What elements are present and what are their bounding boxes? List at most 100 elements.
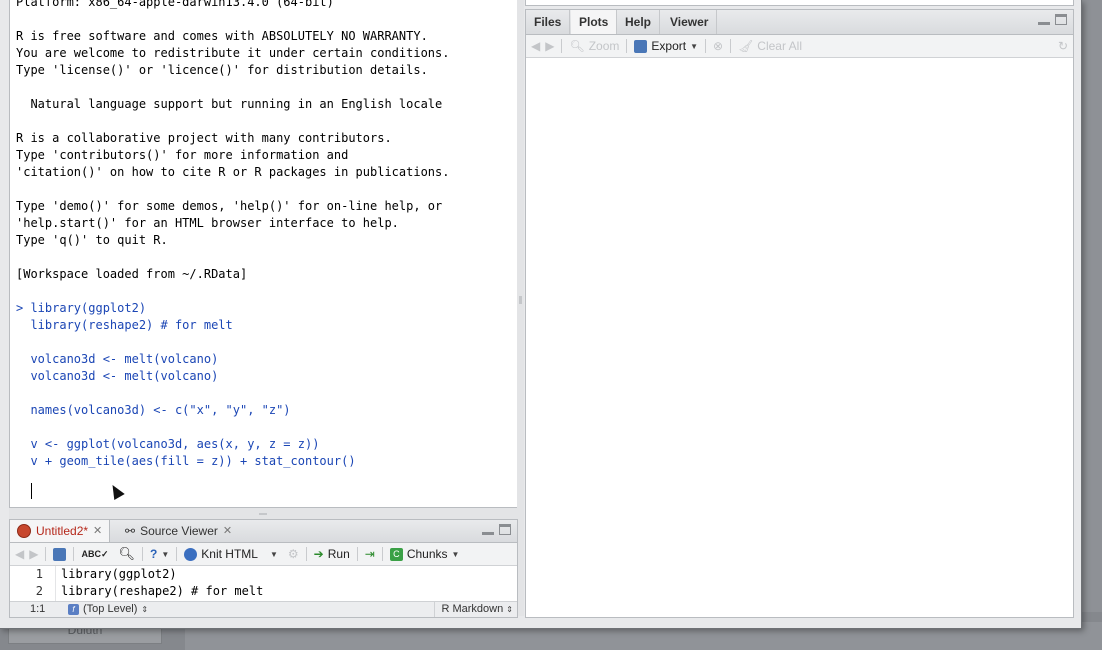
zoom-icon: 🔍︎ — [569, 39, 585, 53]
console-output: Platform: x86_64-apple-darwin13.4.0 (64-… — [16, 0, 449, 470]
editor-statusbar: 1:1 f (Top Level) ⇕ R Markdown ⇕ — [10, 601, 517, 617]
console-line: R is free software and comes with ABSOLU… — [16, 29, 428, 43]
knit-icon — [184, 547, 198, 561]
close-icon[interactable]: ✕ — [93, 520, 102, 542]
console-pane[interactable]: Platform: x86_64-apple-darwin13.4.0 (64-… — [9, 0, 518, 508]
code-text: library(ggplot2) — [61, 567, 177, 581]
vertical-splitter[interactable] — [517, 0, 524, 616]
horizontal-splitter[interactable] — [9, 508, 517, 519]
rmarkdown-file-icon — [17, 524, 31, 538]
console-line: [Workspace loaded from ~/.RData] — [16, 267, 248, 281]
tab-source-viewer[interactable]: ⚯ Source Viewer ✕ — [118, 520, 239, 542]
editor-line: 2 library(reshape2) # for melt — [10, 583, 517, 600]
console-line: volcano3d <- melt(volcano) — [16, 352, 219, 366]
file-type-label: R Markdown — [441, 603, 504, 615]
glasses-icon: ⚯ — [125, 524, 136, 538]
gear-icon[interactable]: ⚙ — [283, 544, 304, 564]
run-button[interactable]: ➔ Run — [309, 544, 355, 564]
console-cursor — [31, 483, 32, 499]
editor-line: 1 library(ggplot2) — [10, 566, 517, 583]
refresh-icon[interactable]: ↻ — [1053, 36, 1073, 56]
forward-icon[interactable]: ▶ — [545, 36, 559, 56]
run-icon: ➔ — [313, 547, 324, 561]
source-tabbar: Untitled2* ✕ ⚯ Source Viewer ✕ — [10, 520, 517, 543]
chunks-button[interactable]: C Chunks ▼ — [385, 544, 465, 564]
tab-untitled2[interactable]: Untitled2* ✕ — [10, 520, 111, 542]
tab-label: Source Viewer — [140, 524, 218, 538]
scope-selector[interactable]: f (Top Level) ⇕ — [68, 602, 148, 617]
console-line: library(reshape2) # for melt — [16, 318, 233, 332]
console-line: 'help.start()' for an HTML browser inter… — [16, 216, 399, 230]
forward-icon[interactable]: ▶ — [29, 544, 43, 564]
zoom-button[interactable]: 🔍︎ Zoom — [564, 36, 624, 56]
back-icon[interactable]: ◀ — [10, 544, 29, 564]
console-line: v + geom_tile(aes(fill = z)) + stat_cont… — [16, 454, 356, 468]
tab-help[interactable]: Help — [617, 10, 661, 34]
maximize-icon[interactable] — [1055, 14, 1067, 25]
tab-viewer[interactable]: Viewer — [662, 10, 718, 34]
spellcheck-icon[interactable]: ABC✓ — [76, 544, 113, 564]
cursor-position: 1:1 — [30, 603, 46, 615]
plots-pane: Files Plots Help Viewer ◀ ▶ 🔍︎ Zoom Expo… — [525, 9, 1074, 618]
knit-label: Knit HTML — [201, 547, 258, 561]
console-line: > library(ggplot2) — [16, 301, 147, 315]
clear-all-button[interactable]: 🧹︎ Clear All — [733, 36, 807, 56]
plots-toolbar: ◀ ▶ 🔍︎ Zoom Export ▼ ⊗ 🧹︎ Clear All ↻ — [526, 35, 1073, 58]
minimize-icon[interactable] — [482, 524, 494, 535]
console-line: Type 'q()' to quit R. — [16, 233, 168, 247]
export-icon — [634, 39, 648, 53]
find-icon[interactable]: 🔍︎ — [114, 544, 141, 564]
line-number: 2 — [10, 583, 55, 600]
source-toolbar: ◀ ▶ ABC✓ 🔍︎ ? ▼ Knit HTML ▼ ⚙ ➔ Run ⇥ C … — [10, 543, 517, 566]
console-line: v <- ggplot(volcano3d, aes(x, y, z = z)) — [16, 437, 320, 451]
save-icon[interactable] — [48, 544, 71, 564]
code-text: library(reshape2) # for melt — [61, 584, 264, 598]
tab-label: Untitled2* — [36, 524, 89, 538]
console-line: 'citation()' on how to cite R or R packa… — [16, 165, 450, 179]
maximize-icon[interactable] — [499, 524, 511, 535]
plot-area — [526, 58, 1073, 617]
chunks-label: Chunks — [406, 547, 448, 561]
export-button[interactable]: Export ▼ — [629, 36, 703, 56]
pane-window-buttons — [1038, 14, 1067, 25]
tab-plots[interactable]: Plots — [571, 10, 618, 34]
tab-files[interactable]: Files — [526, 10, 571, 34]
zoom-label: Zoom — [588, 39, 620, 53]
line-number: 1 — [10, 566, 55, 583]
pane-window-buttons — [482, 524, 511, 535]
console-line: You are welcome to redistribute it under… — [16, 46, 450, 60]
console-line: Type 'license()' or 'licence()' for dist… — [16, 63, 428, 77]
code-editor[interactable]: 1 library(ggplot2) 2 library(reshape2) #… — [10, 566, 517, 602]
chunk-icon: C — [389, 547, 403, 561]
scope-label: (Top Level) — [83, 603, 138, 615]
console-line: R is a collaborative project with many c… — [16, 131, 392, 145]
remove-plot-icon[interactable]: ⊗ — [708, 36, 728, 56]
console-line: Type 'demo()' for some demos, 'help()' f… — [16, 199, 443, 213]
export-label: Export — [651, 39, 687, 53]
environment-pane-stub — [525, 0, 1074, 6]
file-type-selector[interactable]: R Markdown ⇕ — [434, 602, 513, 617]
console-line: volcano3d <- melt(volcano) — [16, 369, 219, 383]
broom-icon: 🧹︎ — [738, 39, 754, 53]
source-pane: Untitled2* ✕ ⚯ Source Viewer ✕ ◀ ▶ ABC✓ … — [9, 519, 518, 618]
rerun-icon[interactable]: ⇥ — [360, 544, 380, 564]
minimize-icon[interactable] — [1038, 14, 1050, 25]
function-icon: f — [68, 604, 79, 615]
mouse-pointer-icon — [107, 481, 125, 501]
back-icon[interactable]: ◀ — [526, 36, 545, 56]
help-icon[interactable]: ? ▼ — [145, 544, 174, 564]
run-label: Run — [327, 547, 350, 561]
console-line: Type 'contributors()' for more informati… — [16, 148, 349, 162]
knit-html-button[interactable]: Knit HTML ▼ — [179, 544, 283, 564]
console-line: Natural language support but running in … — [16, 97, 443, 111]
close-icon[interactable]: ✕ — [223, 520, 232, 542]
rstudio-window: Platform: x86_64-apple-darwin13.4.0 (64-… — [0, 0, 1082, 629]
